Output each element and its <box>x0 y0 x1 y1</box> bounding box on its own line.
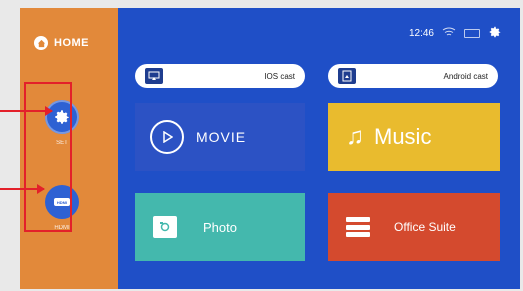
music-label: Music <box>374 124 432 149</box>
ios-cast-label: IOS cast <box>264 71 295 81</box>
annotation-highlight-box <box>24 82 72 232</box>
status-bar: 12:46 <box>409 25 502 42</box>
annotation-arrow-settings <box>0 106 53 116</box>
movie-tile[interactable]: MOVIE <box>135 103 305 171</box>
wifi-icon <box>442 27 456 40</box>
play-icon <box>150 120 184 154</box>
battery-icon <box>464 29 480 38</box>
clock: 12:46 <box>408 28 434 39</box>
android-cast-icon <box>338 68 356 84</box>
office-suite-tile[interactable]: Office Suite <box>328 193 500 261</box>
home-icon <box>34 36 48 50</box>
settings-gear-icon[interactable] <box>488 25 502 42</box>
android-cast-button[interactable]: Android cast <box>328 64 498 88</box>
photo-icon <box>153 216 177 238</box>
airplay-icon <box>145 68 163 84</box>
home-label: HOME <box>54 37 89 49</box>
photo-tile[interactable]: Photo <box>135 193 305 261</box>
main-panel: 12:46 IOS cast Android cast MOVIE ♫ Musi… <box>118 8 520 289</box>
music-tile[interactable]: ♫ Music <box>328 103 500 171</box>
projector-screen: HOME SET HDMI HDMI 12:46 IOS cast Androi… <box>20 8 520 289</box>
office-suite-label: Office Suite <box>394 220 456 234</box>
annotation-arrow-hdmi <box>0 184 45 194</box>
movie-label: MOVIE <box>196 129 247 145</box>
music-note-icon: ♫ <box>346 123 364 150</box>
ios-cast-button[interactable]: IOS cast <box>135 64 305 88</box>
photo-label: Photo <box>203 219 237 235</box>
office-suite-icon <box>346 217 370 237</box>
home-button[interactable]: HOME <box>34 36 89 50</box>
android-cast-label: Android cast <box>443 71 488 81</box>
